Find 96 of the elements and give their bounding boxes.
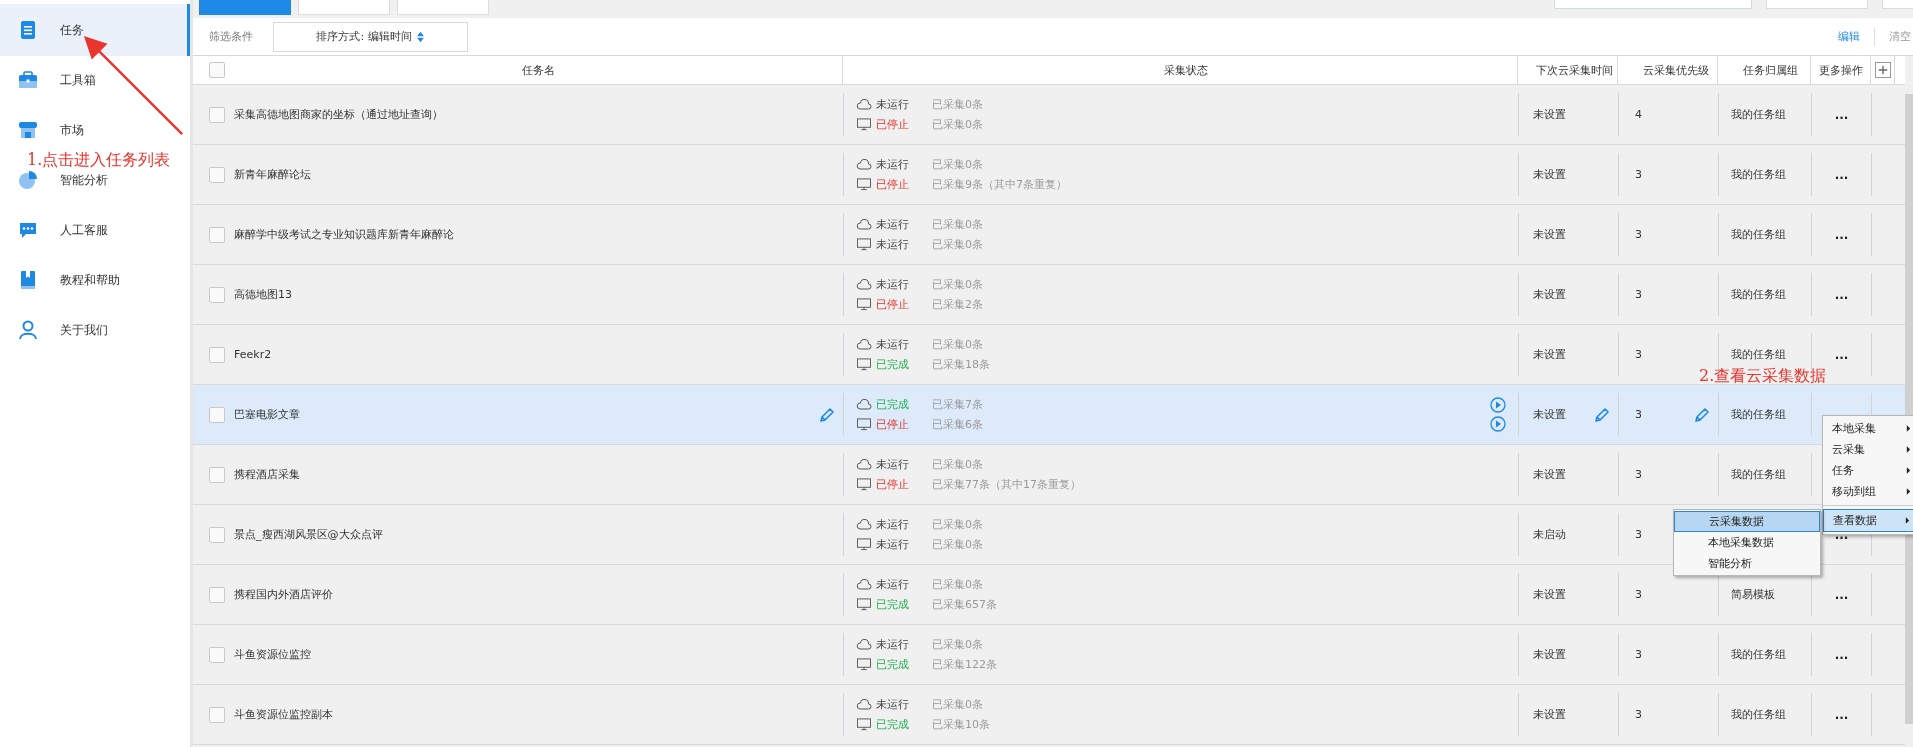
next-run-time: 未设置 <box>1533 167 1566 182</box>
task-name: 新青年麻醉论坛 <box>234 167 312 182</box>
collected-count: 已采集2条 <box>932 297 983 312</box>
collected-count: 已采集0条 <box>932 577 983 592</box>
next-run-time: 未设置 <box>1533 107 1566 122</box>
local-status: 已完成 <box>876 357 910 372</box>
cloud-status: 未运行 <box>876 277 910 292</box>
collected-count: 已采集0条 <box>932 217 983 232</box>
task-name: 斗鱼资源位监控 <box>234 647 312 662</box>
priority: 3 <box>1635 408 1642 421</box>
collected-count: 已采集657条 <box>932 597 997 612</box>
local-status: 已停止 <box>876 477 910 492</box>
collected-count: 已采集0条 <box>932 697 983 712</box>
priority: 3 <box>1635 228 1642 241</box>
next-run-time: 未设置 <box>1533 467 1566 482</box>
column-header: 采集状态 <box>1163 62 1209 78</box>
task-group: 我的任务组 <box>1731 347 1786 362</box>
local-status: 已完成 <box>876 657 910 672</box>
cloud-status: 未运行 <box>876 457 910 472</box>
local-status: 已完成 <box>876 597 910 612</box>
task-group: 简易模板 <box>1731 587 1775 602</box>
local-status: 未运行 <box>876 537 910 552</box>
collected-count: 已采集0条 <box>932 457 983 472</box>
task-name: 携程国内外酒店评价 <box>234 587 334 602</box>
task-group: 我的任务组 <box>1731 167 1786 182</box>
cloud-status: 未运行 <box>876 157 910 172</box>
collected-count: 已采集0条 <box>932 157 983 172</box>
task-name: 斗鱼资源位监控副本 <box>234 707 334 722</box>
local-status: 已停止 <box>876 117 910 132</box>
task-name: 携程酒店采集 <box>234 467 301 482</box>
cloud-status: 已完成 <box>876 397 910 412</box>
collected-count: 已采集0条 <box>932 117 983 132</box>
task-name: 高德地图13 <box>234 287 293 302</box>
task-group: 我的任务组 <box>1731 407 1786 422</box>
task-group: 我的任务组 <box>1731 227 1786 242</box>
column-header: 更多操作 <box>1817 62 1864 78</box>
task-group: 我的任务组 <box>1731 707 1786 722</box>
next-run-time: 未设置 <box>1533 647 1566 662</box>
collected-count: 已采集77条（其中17条重复） <box>932 477 1081 492</box>
column-header: 云采集优先级 <box>1641 62 1710 78</box>
collected-count: 已采集122条 <box>932 657 997 672</box>
task-group: 我的任务组 <box>1731 647 1786 662</box>
cloud-status: 未运行 <box>876 577 910 592</box>
next-run-time: 未启动 <box>1533 527 1566 542</box>
task-name: 景点_瘦西湖风景区@大众点评 <box>234 527 384 542</box>
task-group: 我的任务组 <box>1731 287 1786 302</box>
next-run-time: 未设置 <box>1533 227 1566 242</box>
collected-count: 已采集18条 <box>932 357 990 372</box>
collected-count: 已采集7条 <box>932 397 983 412</box>
collected-count: 已采集0条 <box>932 517 983 532</box>
cloud-status: 未运行 <box>876 337 910 352</box>
cloud-status: 未运行 <box>876 517 910 532</box>
column-header: 任务名 <box>520 62 556 78</box>
priority: 3 <box>1635 648 1642 661</box>
collected-count: 已采集6条 <box>932 417 983 432</box>
collected-count: 已采集0条 <box>932 337 983 352</box>
task-name: 采集高德地图商家的坐标（通过地址查询） <box>234 107 444 122</box>
column-header: 任务归属组 <box>1741 62 1799 78</box>
collected-count: 已采集0条 <box>932 277 983 292</box>
priority: 3 <box>1635 288 1642 301</box>
priority: 3 <box>1635 168 1642 181</box>
priority: 3 <box>1635 468 1642 481</box>
annotation-label: 2.查看云采集数据 <box>1699 366 1827 387</box>
next-run-time: 未设置 <box>1533 707 1566 722</box>
collected-count: 已采集9条（其中7条重复） <box>932 177 1067 192</box>
collected-count: 已采集0条 <box>932 237 983 252</box>
local-status: 未运行 <box>876 237 910 252</box>
collected-count: 已采集10条 <box>932 717 990 732</box>
next-run-time: 未设置 <box>1533 587 1566 602</box>
task-name: 巴塞电影文章 <box>234 407 301 422</box>
filter-label: 筛选条件 <box>209 29 253 44</box>
cloud-status: 未运行 <box>876 697 910 712</box>
local-status: 已停止 <box>876 417 910 432</box>
task-name: 麻醉学中级考试之专业知识题库新青年麻醉论 <box>234 227 455 242</box>
collected-count: 已采集0条 <box>932 97 983 112</box>
priority: 4 <box>1635 108 1642 121</box>
cloud-status: 未运行 <box>876 637 910 652</box>
annotation-label: 1.点击进入任务列表 <box>27 150 171 171</box>
collected-count: 已采集0条 <box>932 637 983 652</box>
priority: 3 <box>1635 528 1642 541</box>
cloud-status: 未运行 <box>876 217 910 232</box>
priority: 3 <box>1635 348 1642 361</box>
priority: 3 <box>1635 708 1642 721</box>
local-status: 已停止 <box>876 177 910 192</box>
task-group: 我的任务组 <box>1731 107 1786 122</box>
column-header: 下次云采集时间 <box>1535 62 1614 78</box>
cloud-status: 未运行 <box>876 97 910 112</box>
task-name: Feekr2 <box>234 348 273 361</box>
local-status: 已停止 <box>876 297 910 312</box>
priority: 3 <box>1635 588 1642 601</box>
collected-count: 已采集0条 <box>932 537 983 552</box>
next-run-time: 未设置 <box>1533 407 1566 422</box>
task-group: 我的任务组 <box>1731 467 1786 482</box>
next-run-time: 未设置 <box>1533 347 1566 362</box>
local-status: 已完成 <box>876 717 910 732</box>
next-run-time: 未设置 <box>1533 287 1566 302</box>
